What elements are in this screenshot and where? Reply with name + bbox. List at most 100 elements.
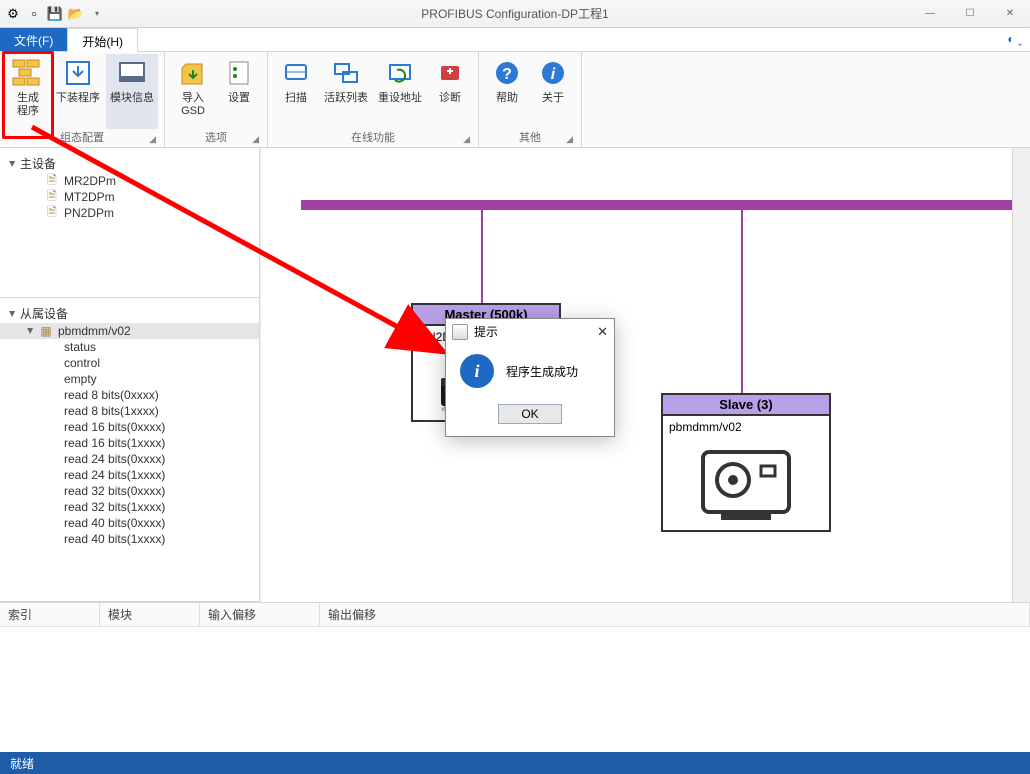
slave-node-title: Slave (3) <box>663 395 829 416</box>
import-gsd-button[interactable]: 导入 GSD <box>171 54 215 129</box>
ribbon-group-config-label: 组态配置◢ <box>6 129 158 147</box>
scan-icon <box>279 56 313 90</box>
slave-node[interactable]: ▸▦pbmdmm/v02 <box>0 323 259 339</box>
tree-item[interactable]: read 40 bits(1xxxx) <box>0 531 259 547</box>
tree-item[interactable]: control <box>0 355 259 371</box>
dialog-launcher-icon[interactable]: ◢ <box>463 134 470 145</box>
slaves-tree: ▸从属设备 ▸▦pbmdmm/v02 statuscontrolemptyrea… <box>0 298 259 602</box>
dialog-titlebar[interactable]: 提示 ✕ <box>446 319 614 344</box>
reset-address-button[interactable]: 重设地址 <box>374 54 426 129</box>
col-index[interactable]: 索引 <box>0 603 100 626</box>
close-button[interactable]: ✕ <box>990 0 1030 28</box>
expand-icon[interactable]: ▸ <box>6 307 20 321</box>
canvas-area: Master (500k) PN2DP Slave (3) pbmdmm/v02… <box>260 148 1030 752</box>
ribbon-group-other: ? 帮助 i 关于 其他◢ <box>479 52 582 147</box>
expand-icon[interactable]: ▸ <box>24 324 38 338</box>
tree-item[interactable]: read 24 bits(1xxxx) <box>0 467 259 483</box>
help-icon: ? <box>490 56 524 90</box>
masters-root[interactable]: ▸主设备 <box>0 154 259 173</box>
status-bar: 就绪 <box>0 752 1030 774</box>
qat-dropdown-icon[interactable]: ▾ <box>88 5 106 23</box>
bus-line <box>301 200 1014 210</box>
scan-button[interactable]: 扫描 <box>274 54 318 129</box>
info-icon: i <box>460 354 494 388</box>
tree-item[interactable]: read 24 bits(0xxxx) <box>0 451 259 467</box>
open-icon[interactable]: 📂 <box>67 5 85 23</box>
diagnostics-label: 诊断 <box>439 92 461 105</box>
import-gsd-label: 导入 GSD <box>181 92 205 117</box>
download-program-label: 下装程序 <box>56 92 100 105</box>
tree-item[interactable]: read 32 bits(0xxxx) <box>0 483 259 499</box>
live-list-label: 活跃列表 <box>324 92 368 105</box>
title-bar: ⚙ ▫ 💾 📂 ▾ PROFIBUS Configuration-DP工程1 —… <box>0 0 1030 28</box>
tree-item[interactable]: read 16 bits(1xxxx) <box>0 435 259 451</box>
slaves-root[interactable]: ▸从属设备 <box>0 304 259 323</box>
dialog-close-button[interactable]: ✕ <box>597 324 608 340</box>
diagnostics-button[interactable]: 诊断 <box>428 54 472 129</box>
module-info-icon <box>115 56 149 90</box>
help-button[interactable]: ? 帮助 <box>485 54 529 129</box>
about-button[interactable]: i 关于 <box>531 54 575 129</box>
dialog-launcher-icon[interactable]: ◢ <box>252 134 259 145</box>
ribbon-group-online-label: 在线功能◢ <box>274 129 472 147</box>
help-icon[interactable]: ◐ ˬ <box>999 28 1030 51</box>
drop-line-slave <box>741 210 743 395</box>
generate-program-button[interactable]: 生成 程序 <box>6 54 50 129</box>
download-program-button[interactable]: 下装程序 <box>52 54 104 129</box>
dialog-title: 提示 <box>474 323 498 340</box>
gear-icon[interactable]: ⚙ <box>4 5 22 23</box>
tree-item[interactable]: read 40 bits(0xxxx) <box>0 515 259 531</box>
new-icon[interactable]: ▫ <box>25 5 43 23</box>
tree-item[interactable]: 🗎MR2DPm <box>0 173 259 189</box>
help-label: 帮助 <box>496 92 518 105</box>
maximize-button[interactable]: ☐ <box>950 0 990 28</box>
dialog-launcher-icon[interactable]: ◢ <box>566 134 573 145</box>
ribbon-group-config: 生成 程序 下装程序 模块信息 组态配置◢ <box>0 52 165 147</box>
live-list-button[interactable]: 活跃列表 <box>320 54 372 129</box>
tree-item[interactable]: 🗎MT2DPm <box>0 189 259 205</box>
masters-tree: ▸主设备 🗎MR2DPm🗎MT2DPm🗎PN2DPm <box>0 148 259 298</box>
grid-header: 索引 模块 输入偏移 输出偏移 <box>0 603 1030 627</box>
tree-item[interactable]: read 8 bits(0xxxx) <box>0 387 259 403</box>
quick-access-toolbar: ⚙ ▫ 💾 📂 ▾ <box>0 5 106 23</box>
import-gsd-icon <box>176 56 210 90</box>
dialog-launcher-icon[interactable]: ◢ <box>149 134 156 145</box>
diagnostics-icon <box>433 56 467 90</box>
workspace: ▸主设备 🗎MR2DPm🗎MT2DPm🗎PN2DPm ▸从属设备 ▸▦pbmdm… <box>0 148 1030 752</box>
dialog-ok-button[interactable]: OK <box>498 404 561 424</box>
tree-item[interactable]: read 16 bits(0xxxx) <box>0 419 259 435</box>
dialog-message: 程序生成成功 <box>506 363 578 380</box>
col-module[interactable]: 模块 <box>100 603 200 626</box>
ribbon-tabs: 文件(F) 开始(H) ◐ ˬ <box>0 28 1030 52</box>
bricks-icon <box>11 56 45 90</box>
dialog-app-icon <box>452 324 468 340</box>
expand-icon[interactable]: ▸ <box>6 157 20 171</box>
module-info-button[interactable]: 模块信息 <box>106 54 158 129</box>
svg-text:?: ? <box>502 66 512 83</box>
drop-line-master <box>481 210 483 305</box>
tab-file[interactable]: 文件(F) <box>0 28 67 51</box>
about-label: 关于 <box>542 92 564 105</box>
tree-item[interactable]: read 32 bits(1xxxx) <box>0 499 259 515</box>
message-dialog: 提示 ✕ i 程序生成成功 OK <box>445 318 615 437</box>
svg-text:i: i <box>551 66 556 83</box>
tree-item[interactable]: 🗎PN2DPm <box>0 205 259 221</box>
col-in-offset[interactable]: 输入偏移 <box>200 603 320 626</box>
slave-node-box[interactable]: Slave (3) pbmdmm/v02 <box>661 393 831 532</box>
col-out-offset[interactable]: 输出偏移 <box>320 603 1030 626</box>
tab-start[interactable]: 开始(H) <box>67 28 138 52</box>
live-list-icon <box>329 56 363 90</box>
tree-item[interactable]: empty <box>0 371 259 387</box>
grid-body[interactable] <box>0 627 1030 752</box>
settings-button[interactable]: 设置 <box>217 54 261 129</box>
status-text: 就绪 <box>10 755 34 772</box>
ribbon-group-online: 扫描 活跃列表 重设地址 诊断 在线功能◢ <box>268 52 479 147</box>
save-icon[interactable]: 💾 <box>46 5 64 23</box>
tree-item[interactable]: read 8 bits(1xxxx) <box>0 403 259 419</box>
tree-item[interactable]: status <box>0 339 259 355</box>
scan-label: 扫描 <box>285 92 307 105</box>
download-icon <box>61 56 95 90</box>
minimize-button[interactable]: — <box>910 0 950 28</box>
doc-icon: 🗎 <box>44 206 60 220</box>
slave-device-icon <box>663 438 829 530</box>
